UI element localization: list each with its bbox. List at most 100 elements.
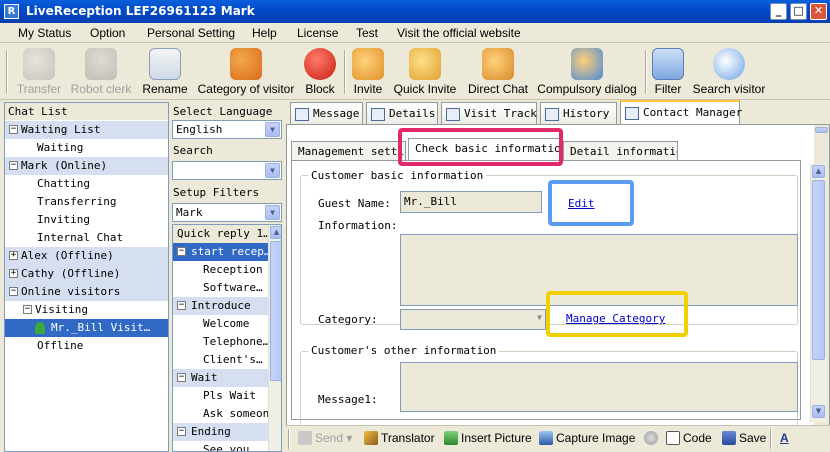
- capture-image-button[interactable]: Capture Image: [539, 431, 635, 445]
- menu-visit-website[interactable]: Visit the official website: [397, 26, 521, 40]
- chat-list-item[interactable]: − Visiting: [5, 301, 168, 319]
- detail-panel: Message Details Visit Track History Cont…: [286, 100, 830, 452]
- category-select[interactable]: ▼: [400, 309, 546, 330]
- quick-reply-item[interactable]: Ask someone: [173, 405, 269, 423]
- menu-help[interactable]: Help: [252, 26, 277, 40]
- font-button[interactable]: A: [780, 431, 789, 445]
- code-button[interactable]: Code: [666, 431, 712, 445]
- collapse-icon[interactable]: −: [9, 161, 18, 170]
- search-select[interactable]: ▼: [172, 161, 282, 180]
- menu-license[interactable]: License: [297, 26, 338, 40]
- direct-chat-button[interactable]: Direct Chat: [466, 48, 530, 96]
- collapse-icon[interactable]: −: [177, 247, 186, 256]
- quick-reply-item[interactable]: − Ending: [173, 423, 269, 441]
- chat-list-item[interactable]: Offline: [5, 337, 168, 355]
- chat-list-item[interactable]: Chatting: [5, 175, 168, 193]
- collapse-icon[interactable]: −: [9, 125, 18, 134]
- language-select[interactable]: English ▼: [172, 120, 282, 139]
- quick-reply-item[interactable]: Telephone…: [173, 333, 269, 351]
- quick-reply-item[interactable]: − Wait: [173, 369, 269, 387]
- translator-button[interactable]: Translator: [364, 431, 435, 445]
- toolbar-separator: [770, 429, 772, 449]
- information-field[interactable]: [400, 234, 798, 306]
- menu-personal-setting[interactable]: Personal Setting: [147, 26, 235, 40]
- quick-reply-scrollbar[interactable]: ▲: [268, 225, 281, 451]
- filter-button[interactable]: Filter: [652, 48, 684, 96]
- quick-reply-item[interactable]: See you: [173, 441, 269, 451]
- scroll-up-icon[interactable]: ▲: [270, 226, 281, 239]
- message1-field[interactable]: [400, 362, 798, 412]
- scroll-thumb[interactable]: [812, 180, 825, 360]
- chevron-down-icon[interactable]: ▼: [265, 122, 280, 137]
- chat-list-item[interactable]: Waiting: [5, 139, 168, 157]
- minimize-button[interactable]: _: [770, 3, 787, 20]
- manage-category-link[interactable]: Manage Category: [566, 312, 665, 325]
- tab-history[interactable]: History: [540, 102, 617, 124]
- picture-icon: [444, 431, 458, 445]
- quick-panel: Select Language English ▼ Search ▼ Setup…: [170, 102, 284, 452]
- history-icon: [545, 107, 559, 121]
- menu-option[interactable]: Option: [90, 26, 125, 40]
- tab-message[interactable]: Message: [290, 102, 363, 124]
- title-bar: R LiveReception LEF26961123 Mark _ □ ✕: [0, 0, 830, 23]
- chat-list-item[interactable]: Mr._Bill Visit…: [5, 319, 168, 337]
- quick-reply-item[interactable]: − start recep…: [173, 243, 269, 261]
- menu-my-status[interactable]: My Status: [18, 26, 71, 40]
- maximize-button[interactable]: □: [790, 3, 807, 20]
- insert-picture-button[interactable]: Insert Picture: [444, 431, 532, 445]
- chat-list-item[interactable]: + Alex (Offline): [5, 247, 168, 265]
- edit-link[interactable]: Edit: [568, 197, 595, 210]
- quick-invite-button[interactable]: Quick Invite: [392, 48, 458, 96]
- compulsory-dialog-button[interactable]: Compulsory dialog: [536, 48, 638, 96]
- search-visitor-button[interactable]: Search visitor: [692, 48, 766, 96]
- send-button[interactable]: Send ▾: [298, 431, 352, 445]
- subtab-management-setting[interactable]: Management setting: [291, 141, 406, 160]
- quick-reply-item[interactable]: − Introduce: [173, 297, 269, 315]
- subtab-check-basic-information[interactable]: Check basic information: [408, 138, 562, 160]
- collapse-icon[interactable]: −: [177, 427, 186, 436]
- chat-list-item[interactable]: − Mark (Online): [5, 157, 168, 175]
- chat-list-item[interactable]: − Online visitors: [5, 283, 168, 301]
- block-button[interactable]: Block: [302, 48, 338, 96]
- quick-reply-item[interactable]: Software…: [173, 279, 269, 297]
- close-button[interactable]: ✕: [810, 3, 827, 20]
- quick-reply-item[interactable]: Welcome: [173, 315, 269, 333]
- expand-icon[interactable]: +: [9, 251, 18, 260]
- save-button[interactable]: Save: [722, 431, 766, 445]
- guest-name-label: Guest Name:: [318, 197, 391, 210]
- collapse-icon[interactable]: −: [177, 373, 186, 382]
- guest-name-field[interactable]: Mr._Bill: [400, 191, 542, 213]
- chevron-down-icon[interactable]: ▼: [265, 163, 280, 178]
- scroll-up-icon[interactable]: ▲: [812, 165, 825, 178]
- expand-icon[interactable]: +: [9, 269, 18, 278]
- invite-button[interactable]: Invite: [350, 48, 386, 96]
- form-scrollbar[interactable]: ▲ ▼: [810, 164, 826, 422]
- filter-select[interactable]: Mark ▼: [172, 203, 282, 222]
- chevron-down-icon[interactable]: ▼: [265, 205, 280, 220]
- collapse-icon[interactable]: −: [23, 305, 32, 314]
- scroll-up-icon[interactable]: [815, 127, 828, 133]
- tab-details[interactable]: Details: [366, 102, 438, 124]
- chat-list-item[interactable]: Inviting: [5, 211, 168, 229]
- chat-list-item[interactable]: Transferring: [5, 193, 168, 211]
- search-icon: [713, 48, 745, 80]
- menu-test[interactable]: Test: [356, 26, 378, 40]
- rename-button[interactable]: Rename: [140, 48, 190, 96]
- tab-contact-manager[interactable]: Contact Manager: [620, 100, 742, 125]
- collapse-icon[interactable]: −: [177, 301, 186, 310]
- category-of-visitor-button[interactable]: Category of visitor: [196, 48, 296, 96]
- scroll-thumb[interactable]: [270, 241, 281, 381]
- scroll-down-icon[interactable]: ▼: [812, 405, 825, 418]
- emoticon-button[interactable]: [644, 431, 661, 445]
- quick-reply-item[interactable]: Reception 1: [173, 261, 269, 279]
- transfer-button[interactable]: Transfer: [14, 48, 64, 96]
- collapse-icon[interactable]: −: [9, 287, 18, 296]
- tab-visit-track[interactable]: Visit Track: [441, 102, 537, 124]
- chat-list-item[interactable]: Internal Chat: [5, 229, 168, 247]
- quick-reply-item[interactable]: Pls Wait: [173, 387, 269, 405]
- subtab-detail-information[interactable]: Detail information: [563, 141, 678, 160]
- chat-list-item[interactable]: − Waiting List: [5, 121, 168, 139]
- quick-reply-item[interactable]: Client's…: [173, 351, 269, 369]
- robot-clerk-button[interactable]: Robot clerk: [68, 48, 134, 96]
- chat-list-item[interactable]: + Cathy (Offline): [5, 265, 168, 283]
